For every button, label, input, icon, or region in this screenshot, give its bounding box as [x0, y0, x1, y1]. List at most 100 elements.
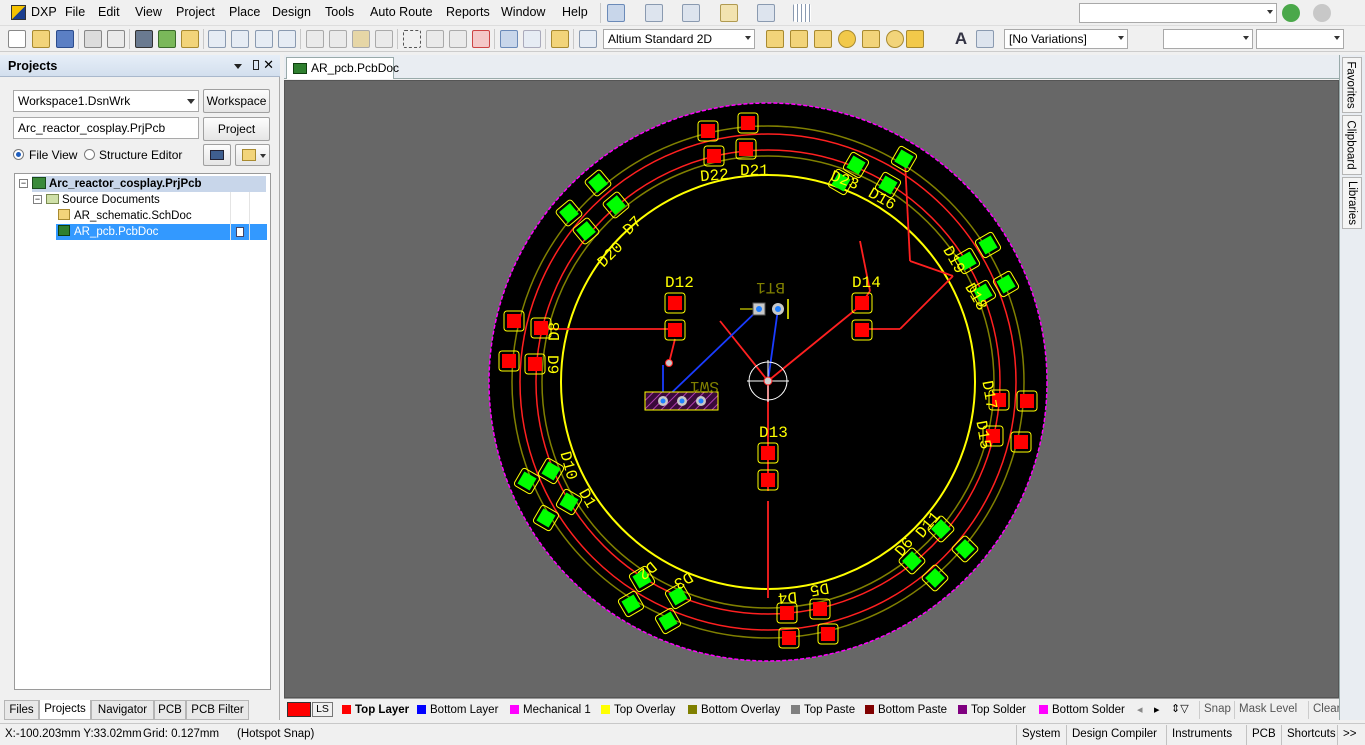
zoom-in-icon[interactable]: [255, 30, 273, 48]
scroll-right-icon[interactable]: ▸: [1154, 703, 1160, 716]
structure-editor-radio[interactable]: [84, 149, 95, 160]
measure-icon[interactable]: [720, 4, 738, 22]
deselect-icon[interactable]: [449, 30, 467, 48]
place-wizard-icon[interactable]: [607, 4, 625, 22]
tab-projects[interactable]: Projects: [39, 700, 91, 720]
menu-tools[interactable]: Tools: [325, 5, 354, 19]
print-icon[interactable]: [84, 30, 102, 48]
menu-window[interactable]: Window: [501, 5, 545, 19]
workspace-select[interactable]: Workspace1.DsnWrk: [13, 90, 199, 112]
layer-tab-top-solder[interactable]: Top Solder: [958, 702, 1026, 718]
layer-tab-bottom-overlay[interactable]: Bottom Overlay: [688, 702, 780, 718]
clear-filter-icon[interactable]: [472, 30, 490, 48]
cut-icon[interactable]: [306, 30, 324, 48]
layer-set-button[interactable]: LS: [312, 702, 333, 717]
copy-icon[interactable]: [329, 30, 347, 48]
project-options-button[interactable]: [235, 144, 270, 166]
arc-icon[interactable]: [886, 30, 904, 48]
close-icon[interactable]: ✕: [263, 57, 274, 73]
via-icon[interactable]: [838, 30, 856, 48]
current-layer-color[interactable]: [287, 702, 311, 717]
system-button[interactable]: System: [1016, 725, 1065, 745]
menu-project[interactable]: Project: [176, 5, 215, 19]
open-icon[interactable]: [32, 30, 50, 48]
move-icon[interactable]: [426, 30, 444, 48]
project-field[interactable]: Arc_reactor_cosplay.PrjPcb: [13, 117, 199, 139]
layers-view-button[interactable]: [203, 144, 231, 166]
string-icon[interactable]: A: [952, 30, 970, 48]
save-icon[interactable]: [56, 30, 74, 48]
menu-place[interactable]: Place: [229, 5, 260, 19]
menu-file[interactable]: File: [65, 5, 85, 19]
tab-pcb-filter[interactable]: PCB Filter: [186, 700, 249, 720]
zoom-out-icon[interactable]: [278, 30, 296, 48]
forward-icon[interactable]: [1313, 4, 1331, 22]
mask-level-button[interactable]: Mask Level: [1234, 701, 1301, 719]
layer-tab-top-layer[interactable]: Top Layer: [342, 702, 409, 718]
menu-reports[interactable]: Reports: [446, 5, 490, 19]
workspace-button[interactable]: Workspace: [203, 89, 270, 113]
find-icon[interactable]: [682, 4, 700, 22]
tab-clipboard[interactable]: Clipboard: [1342, 115, 1362, 175]
tab-ar-pcb[interactable]: AR_pcb.PcbDoc: [286, 57, 399, 79]
fill-icon[interactable]: [906, 30, 924, 48]
aux-combo-1[interactable]: [1163, 29, 1253, 49]
layer-tab-bottom-solder[interactable]: Bottom Solder: [1039, 702, 1125, 718]
paste-icon[interactable]: [352, 30, 370, 48]
tree-item-source-folder[interactable]: Source Documents: [46, 192, 160, 208]
zoom-area-icon[interactable]: [231, 30, 249, 48]
menu-dxp[interactable]: DXP: [31, 5, 57, 19]
panel-menu-icon[interactable]: [234, 64, 242, 69]
grid-icon[interactable]: [793, 4, 811, 22]
tab-files[interactable]: Files: [4, 700, 39, 720]
polygon-icon[interactable]: [976, 30, 994, 48]
shortcuts-button[interactable]: Shortcuts: [1281, 725, 1341, 745]
diff-pair-icon[interactable]: [790, 30, 808, 48]
tree-item-schematic[interactable]: AR_schematic.SchDoc: [58, 208, 192, 224]
tab-navigator[interactable]: Navigator: [91, 700, 154, 720]
multi-route-icon[interactable]: [814, 30, 832, 48]
aux-combo-2[interactable]: [1256, 29, 1344, 49]
layer-tab-top-paste[interactable]: Top Paste: [791, 702, 855, 718]
variations-select[interactable]: [No Variations]: [1004, 29, 1128, 49]
tree-item-project[interactable]: Arc_reactor_cosplay.PrjPcb: [32, 176, 266, 192]
folder-icon[interactable]: [181, 30, 199, 48]
menu-edit[interactable]: Edit: [98, 5, 120, 19]
tab-libraries[interactable]: Libraries: [1342, 177, 1362, 229]
project-button[interactable]: Project: [203, 117, 270, 141]
pcb-button[interactable]: PCB: [1246, 725, 1281, 745]
scroll-left-icon[interactable]: ◂: [1137, 703, 1143, 716]
file-view-radio[interactable]: [13, 149, 24, 160]
view-mode-select[interactable]: Altium Standard 2D: [603, 29, 755, 49]
help-icon[interactable]: [579, 30, 597, 48]
layer-tab-mechanical-1[interactable]: Mechanical 1: [510, 702, 591, 718]
menu-auto-route[interactable]: Auto Route: [370, 5, 433, 19]
menu-design[interactable]: Design: [272, 5, 311, 19]
undo-icon[interactable]: [500, 30, 518, 48]
pad-icon[interactable]: [862, 30, 880, 48]
layer-tab-top-overlay[interactable]: Top Overlay: [601, 702, 675, 718]
select-area-icon[interactable]: [403, 30, 421, 48]
global-search-combo[interactable]: [1079, 3, 1277, 23]
instruments-button[interactable]: Instruments: [1166, 725, 1237, 745]
zoom-fit-icon[interactable]: [208, 30, 226, 48]
menu-help[interactable]: Help: [562, 5, 588, 19]
tab-pcb[interactable]: PCB: [154, 700, 186, 720]
new-file-icon[interactable]: [8, 30, 26, 48]
filter-icon[interactable]: ⇕▽: [1171, 702, 1189, 715]
redo-icon[interactable]: [523, 30, 541, 48]
design-compiler-button[interactable]: Design Compiler: [1066, 725, 1162, 745]
collapse-project-icon[interactable]: −: [19, 179, 28, 188]
more-button[interactable]: >>: [1337, 725, 1361, 745]
pin-icon[interactable]: [253, 60, 259, 70]
room-icon[interactable]: [757, 4, 775, 22]
interactive-route-icon[interactable]: [766, 30, 784, 48]
pcb-canvas[interactable]: D22 D21 D23 D16 D20 D7 D19 D18 D12 BT1 D…: [284, 80, 1339, 698]
snap-button[interactable]: Snap: [1199, 701, 1235, 719]
layers-icon[interactable]: [135, 30, 153, 48]
cross-probe-icon[interactable]: [551, 30, 569, 48]
collapse-folder-icon[interactable]: −: [33, 195, 42, 204]
rubber-stamp-icon[interactable]: [375, 30, 393, 48]
tab-favorites[interactable]: Favorites: [1342, 57, 1362, 113]
menu-view[interactable]: View: [135, 5, 162, 19]
